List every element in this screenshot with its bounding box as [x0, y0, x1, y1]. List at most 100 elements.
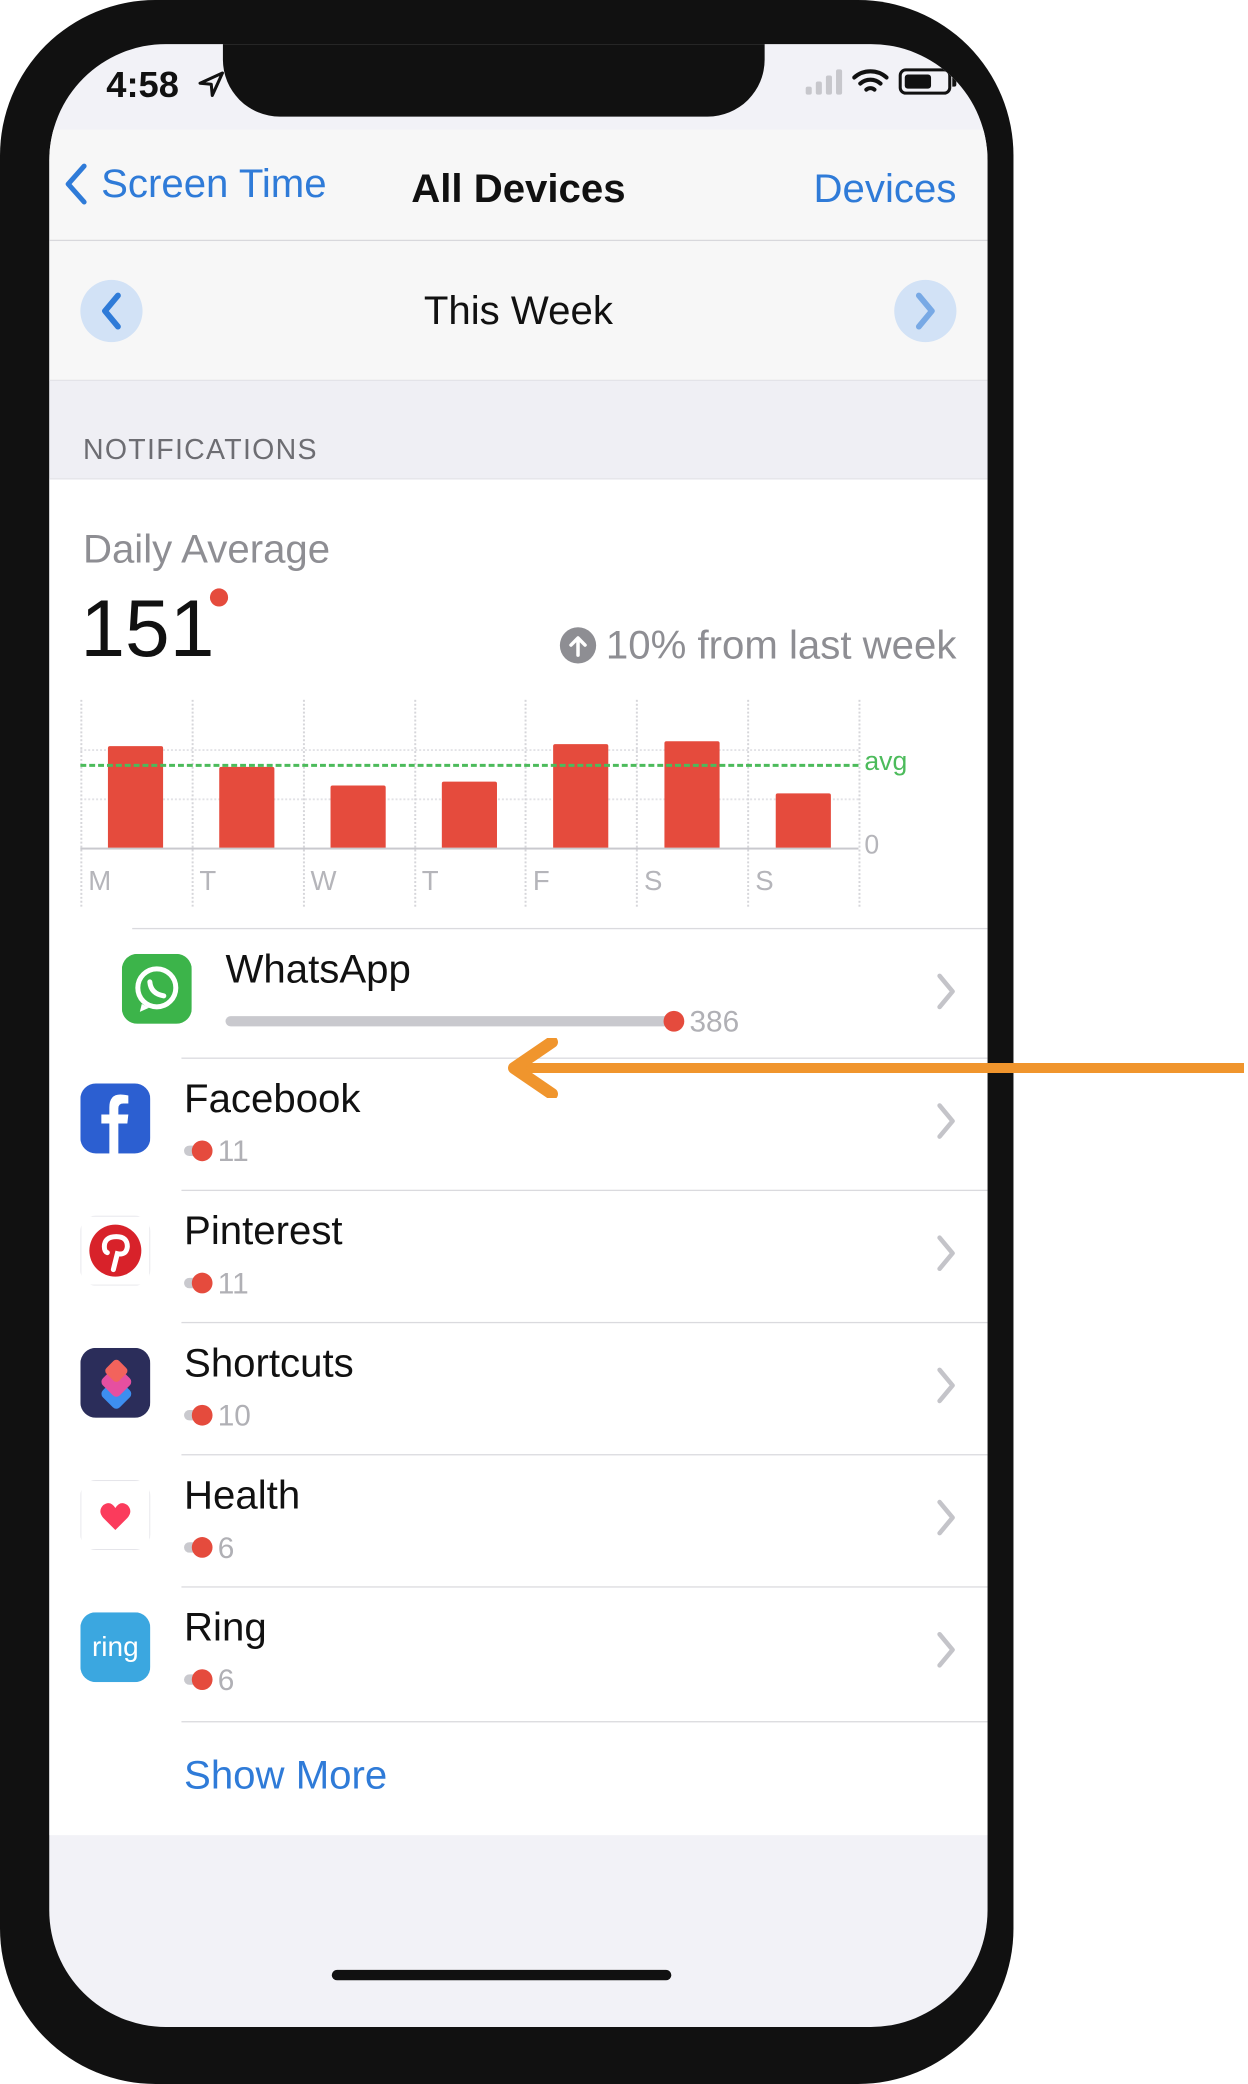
usage-track: [225, 1016, 674, 1027]
list-item[interactable]: Health 6: [49, 1454, 988, 1586]
chart-bar: [441, 781, 497, 848]
svg-text:ring: ring: [92, 1631, 139, 1662]
chevron-right-icon: [936, 1102, 957, 1147]
devices-button[interactable]: Devices: [814, 166, 957, 213]
shortcuts-icon: [80, 1347, 151, 1418]
usage-dot: [191, 1404, 213, 1426]
divider: [181, 1321, 988, 1324]
chart-gridline: [413, 699, 416, 907]
chart-bar: [108, 746, 164, 848]
home-indicator: [331, 1969, 672, 1981]
notifications-bar-chart: M T W T F S Savg 0: [80, 699, 907, 907]
notification-count: 386: [689, 1003, 740, 1038]
ring-icon: ring: [80, 1612, 151, 1683]
period-selector: This Week: [49, 241, 988, 382]
notification-count: 11: [217, 1133, 249, 1168]
chart-day-label: T: [421, 865, 439, 896]
notification-count: 10: [217, 1397, 251, 1432]
next-week-button[interactable]: [894, 279, 957, 343]
chevron-right-icon: [936, 1630, 957, 1675]
divider: [132, 927, 988, 930]
usage-dot: [191, 1140, 213, 1162]
chart-day-label: F: [532, 865, 550, 896]
arrow-up-circle-icon: [559, 627, 596, 664]
chart-average-label: avg: [864, 746, 908, 776]
chart-day-label: T: [199, 865, 217, 896]
daily-average-value: 151: [80, 584, 215, 674]
chart-bar: [664, 741, 720, 848]
chart-bar: [552, 743, 609, 848]
location-arrow-icon: [198, 71, 224, 97]
chart-day-label: S: [644, 865, 663, 896]
show-more-button[interactable]: Show More: [184, 1752, 387, 1799]
usage-bar: 6: [184, 1661, 234, 1697]
notifications-card: Daily Average 151 10% from last week M T W…: [49, 479, 988, 1836]
chart-average-line: [80, 763, 859, 767]
app-name: Health: [184, 1472, 301, 1518]
chevron-right-icon: [936, 1366, 957, 1411]
weekly-change-text: 10% from last week: [605, 622, 957, 668]
notification-dot: [209, 588, 229, 607]
section-header-label: NOTIFICATIONS: [82, 432, 318, 466]
chart-gridline: [524, 699, 527, 907]
usage-bar: 6: [184, 1529, 234, 1565]
chart-zero-label: 0: [864, 829, 880, 860]
notification-count: 11: [217, 1265, 249, 1300]
list-item[interactable]: ring Ring 6: [49, 1586, 988, 1718]
status-indicators: [805, 67, 957, 95]
app-name: Facebook: [184, 1075, 361, 1122]
whatsapp-icon: [121, 953, 192, 1024]
usage-dot: [191, 1272, 213, 1294]
cellular-signal-icon: [805, 68, 843, 95]
chart-gridline: [191, 699, 194, 907]
usage-bar: 10: [184, 1397, 251, 1433]
chart-bar: [330, 785, 386, 848]
usage-dot: [663, 1010, 685, 1032]
chevron-right-icon: [936, 1234, 957, 1279]
divider: [181, 1586, 988, 1588]
chart-day-label: M: [88, 865, 112, 896]
usage-dot: [191, 1537, 213, 1558]
list-item[interactable]: Pinterest 11: [49, 1189, 988, 1322]
usage-bar: 11: [184, 1265, 249, 1301]
notification-count: 6: [217, 1662, 235, 1696]
chevron-right-icon: [915, 292, 935, 330]
screen: 4:58 Screen Time All Devices Devices Thi…: [49, 44, 988, 2027]
chart-bar: [219, 766, 275, 848]
chart-gridline: [80, 699, 83, 907]
navigation-bar: Screen Time All Devices Devices: [49, 129, 988, 242]
usage-bar: 386: [225, 1003, 740, 1039]
chart-day-label: S: [755, 865, 774, 896]
notch: [222, 44, 765, 117]
chart-gridline: [302, 699, 305, 907]
chevron-right-icon: [936, 972, 957, 1017]
chart-gridline: [858, 699, 861, 907]
facebook-icon: [80, 1083, 151, 1154]
chart-gridline: [636, 699, 639, 907]
chart-gridline: [747, 699, 750, 907]
weekly-change: 10% from last week: [559, 622, 956, 669]
section-header: NOTIFICATIONS: [49, 381, 988, 480]
pinterest-icon: [80, 1215, 151, 1286]
period-label: This Week: [423, 287, 613, 334]
health-icon: [80, 1480, 151, 1551]
annotation-arrow-icon: [508, 1038, 1244, 1098]
notification-count: 6: [217, 1529, 235, 1564]
divider: [181, 1189, 988, 1192]
app-name: Ring: [184, 1604, 267, 1650]
chart-bar: [775, 792, 831, 848]
chart-gridline: [80, 749, 859, 752]
divider: [181, 1454, 988, 1456]
list-item[interactable]: Shortcuts 10: [49, 1321, 988, 1454]
chevron-right-icon: [936, 1498, 957, 1543]
app-name: WhatsApp: [225, 946, 411, 992]
app-name: Pinterest: [184, 1207, 343, 1254]
chart-baseline: [80, 847, 859, 850]
status-time: 4:58: [106, 64, 179, 105]
app-name: Shortcuts: [184, 1340, 354, 1386]
chart-day-label: W: [310, 865, 337, 896]
wifi-icon: [852, 69, 889, 92]
usage-dot: [191, 1669, 213, 1690]
divider: [181, 1721, 988, 1723]
battery-icon: [898, 68, 957, 95]
